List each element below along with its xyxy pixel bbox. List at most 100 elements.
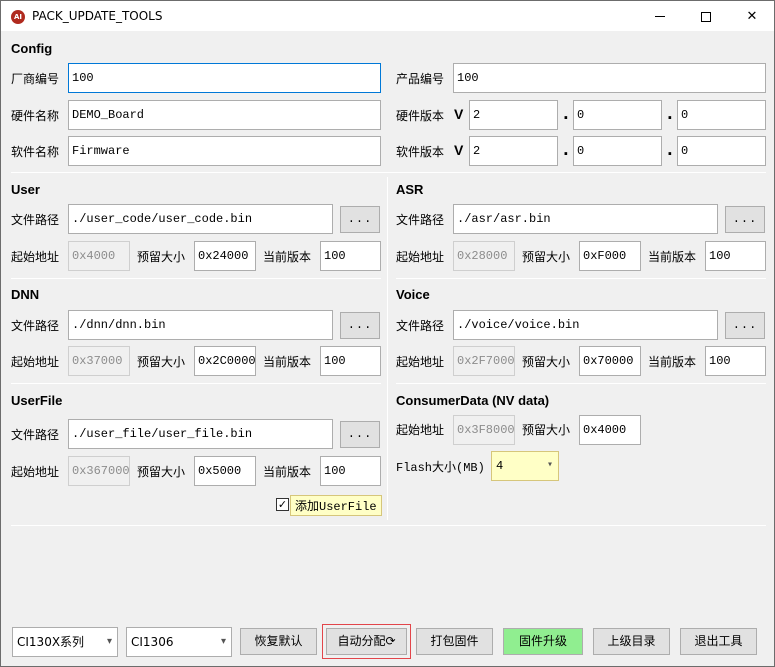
series-select[interactable]: CI130X系列 ▾ [12, 627, 118, 657]
asr-path-label: 文件路径 [396, 213, 445, 227]
user-path-input[interactable]: ./user_code/user_code.bin [68, 204, 333, 234]
sw-version-dot: . [667, 141, 673, 159]
flash-size-label: Flash大小(MB) [396, 461, 485, 475]
voice-reserve-input[interactable]: 0x70000 [579, 346, 641, 376]
pack-firmware-button[interactable]: 打包固件 [416, 628, 493, 655]
consumer-reserve-input[interactable]: 0x4000 [579, 415, 641, 445]
dnn-divider [11, 383, 381, 384]
hw-version-major-input[interactable]: 2 [469, 100, 558, 130]
asr-reserve-input[interactable]: 0xF000 [579, 241, 641, 271]
asr-path-input[interactable]: ./asr/asr.bin [453, 204, 718, 234]
flash-size-select[interactable]: 4 ▾ [491, 451, 559, 481]
chevron-down-icon: ▾ [220, 636, 226, 647]
dnn-start-input: 0x37000 [68, 346, 130, 376]
config-divider [11, 172, 766, 173]
hw-name-input[interactable]: DEMO_Board [68, 100, 381, 130]
voice-path-input[interactable]: ./voice/voice.bin [453, 310, 718, 340]
flash-size-value: 4 [496, 459, 504, 473]
user-browse-button[interactable]: ... [340, 206, 380, 233]
chip-select[interactable]: CI1306 ▾ [126, 627, 232, 657]
hw-version-v: V [454, 106, 464, 122]
asr-reserve-label: 预留大小 [522, 250, 571, 264]
asr-version-input[interactable]: 100 [705, 241, 766, 271]
consumer-start-label: 起始地址 [396, 423, 445, 437]
asr-start-label: 起始地址 [396, 250, 445, 264]
sw-name-label: 软件名称 [11, 145, 60, 159]
chevron-down-icon: ▾ [546, 460, 553, 471]
dnn-section-title: DNN [11, 287, 40, 302]
voice-reserve-label: 预留大小 [522, 355, 571, 369]
close-icon: ✕ [746, 9, 758, 24]
hw-version-patch-input[interactable]: 0 [677, 100, 766, 130]
dnn-start-label: 起始地址 [11, 355, 60, 369]
vendor-input[interactable]: 100 [68, 63, 381, 93]
dnn-browse-button[interactable]: ... [340, 312, 380, 339]
consumer-reserve-label: 预留大小 [522, 423, 571, 437]
restore-default-button[interactable]: 恢复默认 [240, 628, 317, 655]
voice-browse-button[interactable]: ... [725, 312, 765, 339]
asr-start-input: 0x28000 [453, 241, 515, 271]
asr-version-label: 当前版本 [648, 250, 697, 264]
config-section-title: Config [11, 41, 53, 56]
dnn-path-input[interactable]: ./dnn/dnn.bin [68, 310, 333, 340]
column-divider [387, 177, 388, 520]
sw-version-patch-input[interactable]: 0 [677, 136, 766, 166]
consumer-section-title: ConsumerData (NV data) [396, 393, 550, 408]
title-bar: AI PACK_UPDATE_TOOLS ✕ [0, 0, 775, 31]
user-version-label: 当前版本 [263, 250, 312, 264]
exit-tool-button[interactable]: 退出工具 [680, 628, 757, 655]
sw-version-major-input[interactable]: 2 [469, 136, 558, 166]
asr-browse-button[interactable]: ... [725, 206, 765, 233]
userfile-path-input[interactable]: ./user_file/user_file.bin [68, 419, 333, 449]
close-button[interactable]: ✕ [729, 1, 775, 32]
voice-version-input[interactable]: 100 [705, 346, 766, 376]
auto-allocate-button[interactable]: 自动分配⟳ [322, 624, 411, 659]
add-userfile-label[interactable]: 添加UserFile [290, 495, 382, 516]
sw-version-minor-input[interactable]: 0 [573, 136, 662, 166]
chevron-down-icon: ▾ [106, 636, 112, 647]
user-start-label: 起始地址 [11, 250, 60, 264]
user-version-input[interactable]: 100 [320, 241, 381, 271]
userfile-reserve-input[interactable]: 0x5000 [194, 456, 256, 486]
parent-directory-button[interactable]: 上级目录 [593, 628, 670, 655]
user-reserve-input[interactable]: 0x24000 [194, 241, 256, 271]
main-panel: Config 厂商编号 100 产品编号 100 硬件名称 DEMO_Board… [0, 31, 775, 667]
userfile-browse-button[interactable]: ... [340, 421, 380, 448]
user-divider [11, 278, 381, 279]
hw-name-label: 硬件名称 [11, 109, 60, 123]
consumer-start-input: 0x3F8000 [453, 415, 515, 445]
user-section-title: User [11, 182, 40, 197]
vendor-label: 厂商编号 [11, 72, 60, 86]
voice-start-label: 起始地址 [396, 355, 445, 369]
sw-name-input[interactable]: Firmware [68, 136, 381, 166]
userfile-version-input[interactable]: 100 [320, 456, 381, 486]
bottom-divider [11, 525, 766, 526]
auto-allocate-label: 自动分配 [337, 634, 386, 648]
user-path-label: 文件路径 [11, 213, 60, 227]
sw-version-label: 软件版本 [396, 145, 445, 159]
refresh-icon: ⟳ [385, 634, 396, 648]
minimize-button[interactable] [637, 1, 683, 32]
dnn-version-input[interactable]: 100 [320, 346, 381, 376]
chip-value: CI1306 [131, 635, 174, 649]
add-userfile-checkbox[interactable]: ✓ [276, 498, 289, 511]
userfile-start-label: 起始地址 [11, 465, 60, 479]
window-title: PACK_UPDATE_TOOLS [32, 9, 163, 23]
voice-path-label: 文件路径 [396, 319, 445, 333]
userfile-version-label: 当前版本 [263, 465, 312, 479]
maximize-button[interactable] [683, 1, 729, 32]
user-start-input: 0x4000 [68, 241, 130, 271]
firmware-upgrade-button[interactable]: 固件升级 [503, 628, 583, 655]
hw-version-dot: . [667, 105, 673, 123]
sw-version-dot: . [563, 141, 569, 159]
product-label: 产品编号 [396, 72, 445, 86]
product-input[interactable]: 100 [453, 63, 766, 93]
dnn-reserve-label: 预留大小 [137, 355, 186, 369]
minimize-icon [655, 16, 665, 17]
sw-version-v: V [454, 142, 464, 158]
dnn-reserve-input[interactable]: 0x2C0000 [194, 346, 256, 376]
hw-version-minor-input[interactable]: 0 [573, 100, 662, 130]
voice-section-title: Voice [396, 287, 430, 302]
userfile-path-label: 文件路径 [11, 428, 60, 442]
userfile-start-input: 0x367000 [68, 456, 130, 486]
